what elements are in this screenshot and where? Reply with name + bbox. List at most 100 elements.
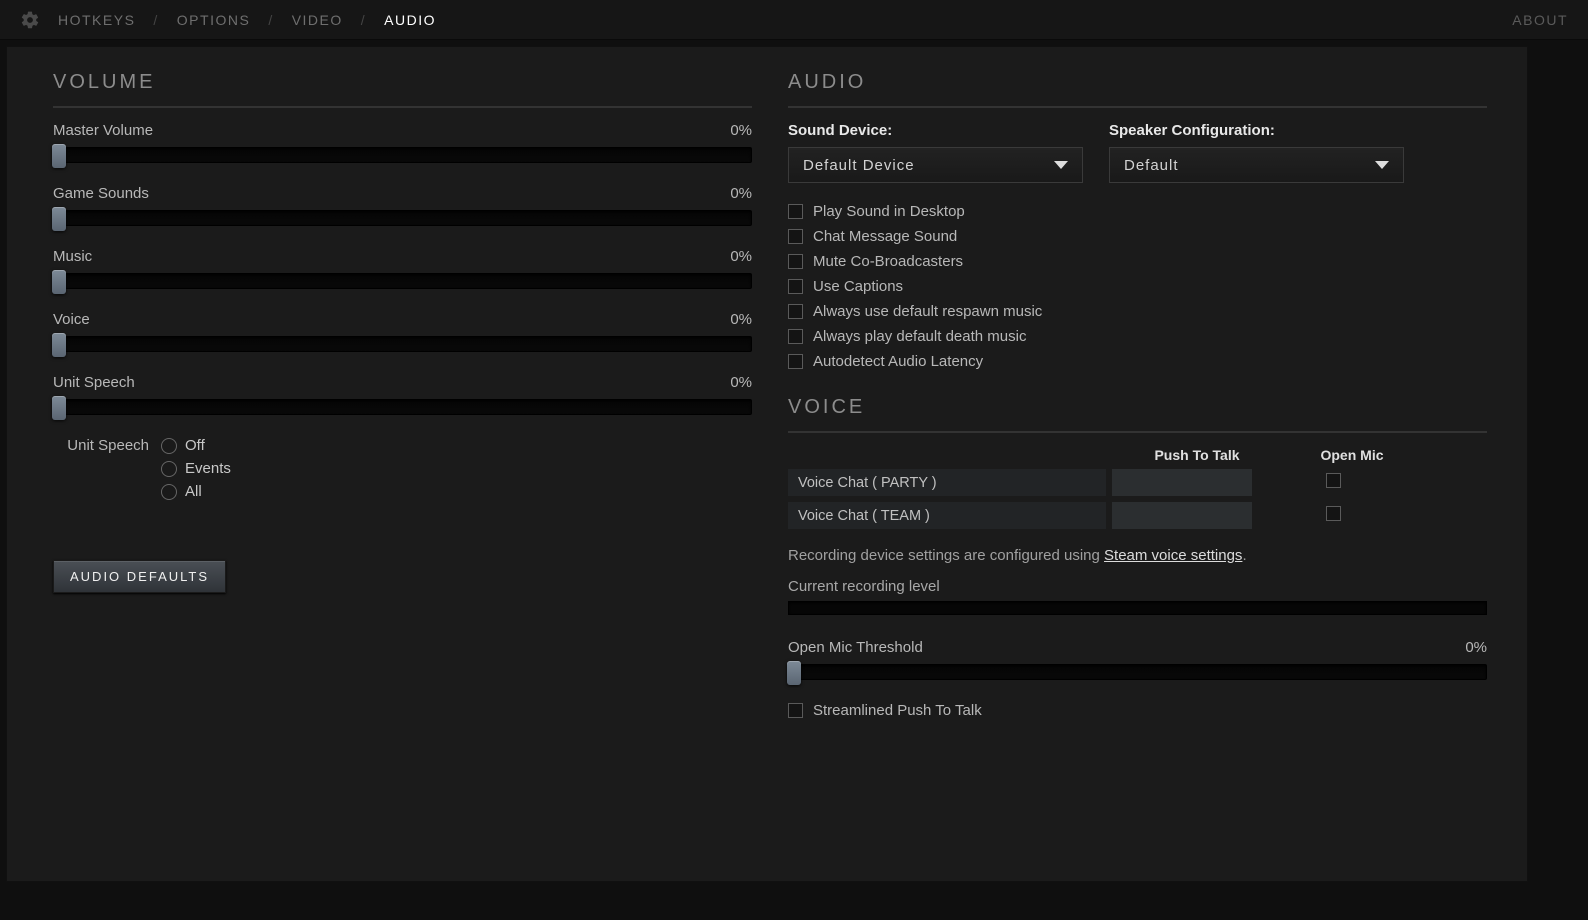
checkbox-open-mic-team[interactable] bbox=[1326, 506, 1341, 521]
checkbox-label: Streamlined Push To Talk bbox=[813, 702, 982, 719]
checkbox[interactable] bbox=[788, 204, 803, 219]
slider-label: Unit Speech bbox=[53, 374, 135, 391]
chevron-down-icon bbox=[1054, 161, 1068, 169]
slider-thumb[interactable] bbox=[787, 661, 801, 685]
top-nav: HOTKEYS / OPTIONS / VIDEO / AUDIO ABOUT bbox=[0, 0, 1588, 40]
checkbox-open-mic-party[interactable] bbox=[1326, 473, 1341, 488]
nav-audio[interactable]: AUDIO bbox=[384, 12, 436, 28]
audio-column: AUDIO Sound Device: Default Device Speak… bbox=[780, 47, 1527, 881]
checkbox-label: Mute Co-Broadcasters bbox=[813, 253, 963, 270]
nav-separator: / bbox=[361, 12, 366, 28]
voice-row-team: Voice Chat ( TEAM ) bbox=[788, 502, 1487, 529]
recording-note: Recording device settings are configured… bbox=[788, 547, 1487, 564]
nav-separator: / bbox=[153, 12, 158, 28]
chevron-down-icon bbox=[1375, 161, 1389, 169]
audio-title: AUDIO bbox=[788, 63, 1487, 108]
checkbox-label: Play Sound in Desktop bbox=[813, 203, 965, 220]
checkbox-label: Autodetect Audio Latency bbox=[813, 353, 983, 370]
radio-label: Events bbox=[185, 460, 231, 477]
slider-value: 0% bbox=[730, 185, 752, 202]
check-streamlined-ptt[interactable]: Streamlined Push To Talk bbox=[788, 702, 1487, 719]
check-mute-co-broadcasters[interactable]: Mute Co-Broadcasters bbox=[788, 253, 1487, 270]
slider-track[interactable] bbox=[53, 399, 752, 415]
voice-label: Voice Chat ( TEAM ) bbox=[788, 502, 1106, 529]
unit-speech-radios: Unit Speech Off Events All bbox=[53, 437, 752, 500]
nav-video[interactable]: VIDEO bbox=[292, 12, 343, 28]
check-play-sound-desktop[interactable]: Play Sound in Desktop bbox=[788, 203, 1487, 220]
field-label: Sound Device: bbox=[788, 122, 1083, 139]
slider-thumb[interactable] bbox=[52, 207, 66, 231]
unit-speech-label: Unit Speech bbox=[61, 437, 153, 454]
field-label: Speaker Configuration: bbox=[1109, 122, 1404, 139]
steam-voice-settings-link[interactable]: Steam voice settings bbox=[1104, 547, 1242, 564]
volume-title: VOLUME bbox=[53, 63, 752, 108]
slider-label: Game Sounds bbox=[53, 185, 149, 202]
header-open-mic: Open Mic bbox=[1282, 447, 1422, 463]
checkbox[interactable] bbox=[788, 229, 803, 244]
slider-track[interactable] bbox=[53, 147, 752, 163]
sound-device-dropdown[interactable]: Default Device bbox=[788, 147, 1083, 183]
slider-master-volume: Master Volume 0% bbox=[53, 122, 752, 163]
checkbox[interactable] bbox=[788, 703, 803, 718]
slider-music: Music 0% bbox=[53, 248, 752, 289]
checkbox[interactable] bbox=[788, 329, 803, 344]
slider-game-sounds: Game Sounds 0% bbox=[53, 185, 752, 226]
slider-label: Music bbox=[53, 248, 92, 265]
slider-track[interactable] bbox=[788, 664, 1487, 680]
checkbox-label: Always play default death music bbox=[813, 328, 1026, 345]
check-use-captions[interactable]: Use Captions bbox=[788, 278, 1487, 295]
dropdown-value: Default bbox=[1124, 157, 1179, 174]
voice-row-party: Voice Chat ( PARTY ) bbox=[788, 469, 1487, 496]
checkbox[interactable] bbox=[788, 279, 803, 294]
slider-value: 0% bbox=[730, 374, 752, 391]
checkbox[interactable] bbox=[788, 304, 803, 319]
slider-voice: Voice 0% bbox=[53, 311, 752, 352]
checkbox[interactable] bbox=[788, 254, 803, 269]
voice-headers: Push To Talk Open Mic bbox=[788, 447, 1487, 463]
settings-panel: VOLUME Master Volume 0% Game Sounds 0% M… bbox=[6, 46, 1528, 882]
gear-icon[interactable] bbox=[20, 10, 40, 30]
slider-label: Master Volume bbox=[53, 122, 153, 139]
slider-open-mic-threshold: Open Mic Threshold 0% bbox=[788, 639, 1487, 680]
radio-off[interactable] bbox=[161, 438, 177, 454]
nav-hotkeys[interactable]: HOTKEYS bbox=[58, 12, 135, 28]
recording-note-pre: Recording device settings are configured… bbox=[788, 547, 1104, 564]
voice-label: Voice Chat ( PARTY ) bbox=[788, 469, 1106, 496]
current-recording-level-label: Current recording level bbox=[788, 578, 1487, 595]
audio-defaults-button[interactable]: AUDIO DEFAULTS bbox=[53, 560, 226, 593]
check-default-death-music[interactable]: Always play default death music bbox=[788, 328, 1487, 345]
check-chat-message-sound[interactable]: Chat Message Sound bbox=[788, 228, 1487, 245]
current-recording-level-bar bbox=[788, 601, 1487, 615]
nav-about[interactable]: ABOUT bbox=[1512, 12, 1568, 28]
slider-thumb[interactable] bbox=[52, 396, 66, 420]
slider-track[interactable] bbox=[53, 336, 752, 352]
check-default-respawn-music[interactable]: Always use default respawn music bbox=[788, 303, 1487, 320]
check-autodetect-latency[interactable]: Autodetect Audio Latency bbox=[788, 353, 1487, 370]
slider-track[interactable] bbox=[53, 273, 752, 289]
dropdown-value: Default Device bbox=[803, 157, 915, 174]
nav-separator: / bbox=[268, 12, 273, 28]
slider-value: 0% bbox=[730, 248, 752, 265]
radio-all[interactable] bbox=[161, 484, 177, 500]
recording-note-post: . bbox=[1242, 547, 1246, 564]
checkbox-label: Always use default respawn music bbox=[813, 303, 1042, 320]
slider-value: 0% bbox=[730, 122, 752, 139]
nav-options[interactable]: OPTIONS bbox=[177, 12, 251, 28]
slider-thumb[interactable] bbox=[52, 144, 66, 168]
speaker-config-field: Speaker Configuration: Default bbox=[1109, 122, 1404, 183]
slider-thumb[interactable] bbox=[52, 270, 66, 294]
radio-events[interactable] bbox=[161, 461, 177, 477]
radio-label: Off bbox=[185, 437, 205, 454]
slider-track[interactable] bbox=[53, 210, 752, 226]
voice-title: VOICE bbox=[788, 388, 1487, 433]
voice-keybind-party[interactable] bbox=[1112, 469, 1252, 496]
checkbox-label: Chat Message Sound bbox=[813, 228, 957, 245]
slider-unit-speech: Unit Speech 0% bbox=[53, 374, 752, 415]
slider-label: Open Mic Threshold bbox=[788, 639, 923, 656]
speaker-config-dropdown[interactable]: Default bbox=[1109, 147, 1404, 183]
voice-keybind-team[interactable] bbox=[1112, 502, 1252, 529]
slider-value: 0% bbox=[1465, 639, 1487, 656]
checkbox[interactable] bbox=[788, 354, 803, 369]
radio-label: All bbox=[185, 483, 202, 500]
slider-thumb[interactable] bbox=[52, 333, 66, 357]
